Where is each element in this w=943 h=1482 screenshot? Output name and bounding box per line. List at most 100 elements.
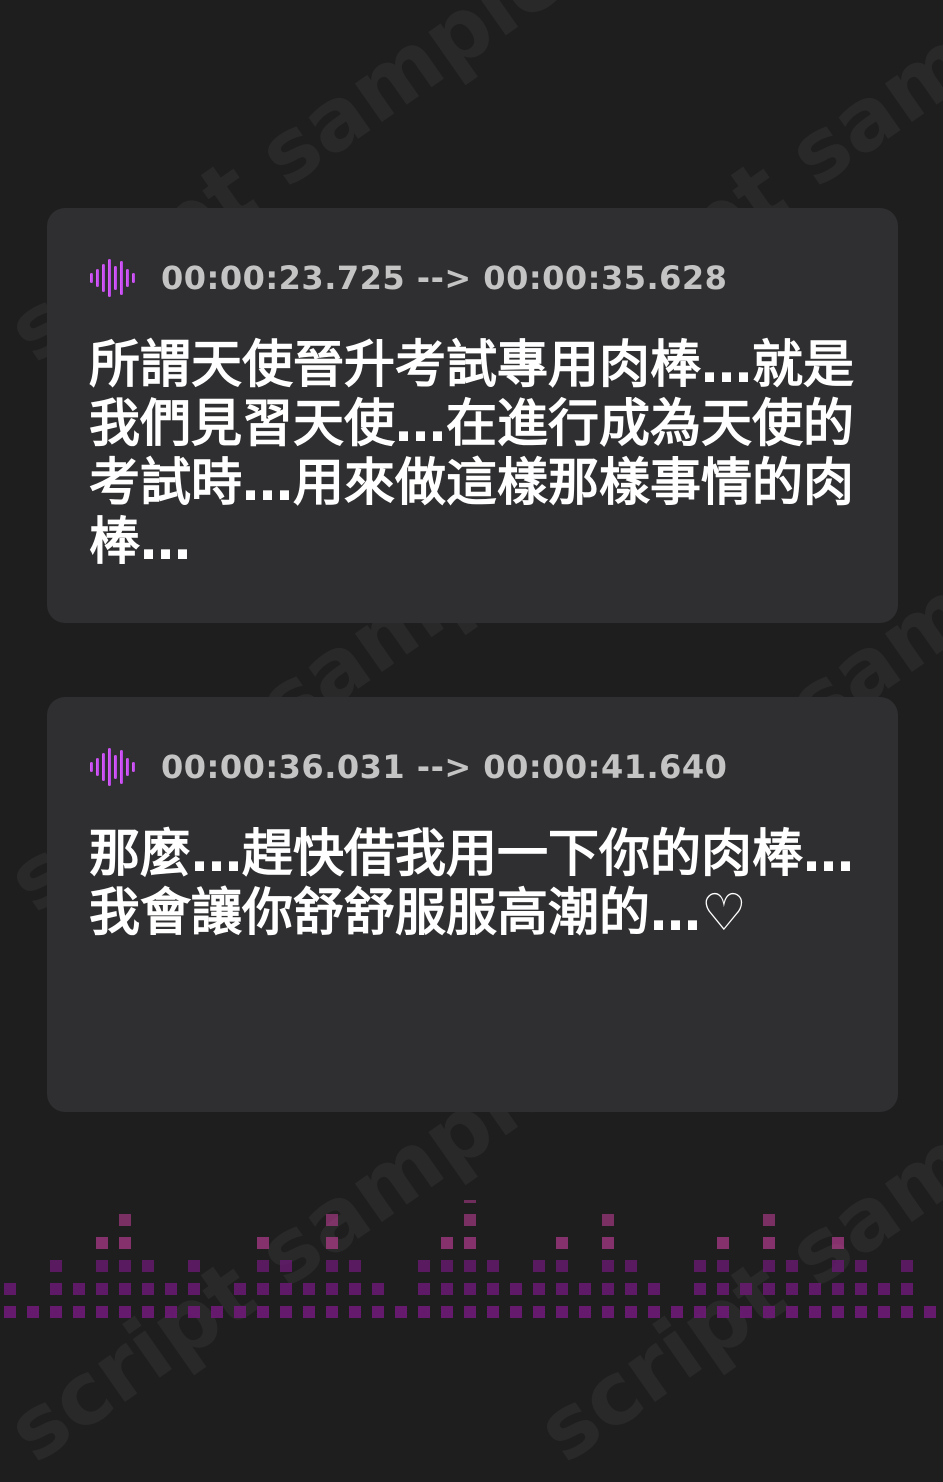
timestamp: 00:00:23.725 --> 00:00:35.628 [161,259,728,297]
equalizer-block [602,1283,614,1295]
equalizer-block [27,1306,39,1318]
equalizer-block [441,1283,453,1295]
audio-waveform-icon [90,748,135,786]
equalizer-block [464,1306,476,1318]
equalizer-block [878,1283,890,1295]
equalizer-block [372,1306,384,1318]
equalizer-block [50,1260,62,1272]
equalizer-block [648,1306,660,1318]
equalizer-block [602,1260,614,1272]
equalizer-block [303,1283,315,1295]
equalizer-block [257,1283,269,1295]
subtitle-meta: 00:00:23.725 --> 00:00:35.628 [89,254,727,302]
audio-waveform-icon [90,259,135,297]
equalizer-block [349,1260,361,1272]
equalizer-block [487,1260,499,1272]
equalizer-block [165,1283,177,1295]
equalizer-block [832,1237,844,1249]
equalizer-block [234,1306,246,1318]
equalizer-block [441,1306,453,1318]
equalizer-block [694,1260,706,1272]
equalizer-block [786,1260,798,1272]
equalizer-block [763,1237,775,1249]
equalizer-block [464,1200,476,1203]
equalizer-block [142,1306,154,1318]
equalizer-block [602,1306,614,1318]
equalizer-block [257,1260,269,1272]
equalizer-block [809,1306,821,1318]
watermark-layer: script sample script sample script sampl… [0,0,943,1482]
equalizer-block [602,1237,614,1249]
equalizer-block [556,1306,568,1318]
equalizer-block [188,1283,200,1295]
equalizer-block [96,1283,108,1295]
equalizer-block [832,1306,844,1318]
equalizer-block [694,1306,706,1318]
equalizer-block [579,1306,591,1318]
equalizer-block [786,1306,798,1318]
equalizer-block [73,1306,85,1318]
equalizer-block [257,1306,269,1318]
equalizer-block [441,1237,453,1249]
equalizer-block [142,1260,154,1272]
equalizer-block [188,1306,200,1318]
equalizer-block [533,1283,545,1295]
subtitle-text: 所謂天使晉升考試專用肉棒…就是我們見習天使…在進行成為天使的考試時…用來做這樣那… [89,336,855,572]
equalizer-block [694,1283,706,1295]
equalizer-block [326,1260,338,1272]
equalizer-block [533,1306,545,1318]
equalizer-block [326,1306,338,1318]
equalizer-block [50,1283,62,1295]
equalizer-block [395,1306,407,1318]
equalizer-block [510,1283,522,1295]
equalizer-block [556,1260,568,1272]
equalizer-block [487,1306,499,1318]
equalizer-block [924,1306,936,1318]
equalizer-block [464,1283,476,1295]
equalizer-block [763,1306,775,1318]
equalizer-block [119,1283,131,1295]
equalizer-block [763,1214,775,1226]
equalizer-block [717,1237,729,1249]
equalizer-block [740,1306,752,1318]
equalizer-block [487,1283,499,1295]
equalizer-block [349,1283,361,1295]
equalizer-block [96,1237,108,1249]
equalizer-block [786,1283,798,1295]
equalizer-block [717,1260,729,1272]
equalizer-block [809,1283,821,1295]
equalizer-block [372,1283,384,1295]
equalizer-block [671,1306,683,1318]
equalizer-block [188,1260,200,1272]
equalizer-block [625,1283,637,1295]
equalizer-block [832,1260,844,1272]
equalizer-block [441,1260,453,1272]
equalizer-block [418,1260,430,1272]
subtitle-card: 00:00:23.725 --> 00:00:35.628 所謂天使晉升考試專用… [47,208,898,623]
equalizer-block [119,1237,131,1249]
equalizer-block [717,1306,729,1318]
subtitle-text: 那麼…趕快借我用一下你的肉棒…我會讓你舒舒服服高潮的…♡ [89,825,855,943]
equalizer-block [832,1283,844,1295]
equalizer-block [326,1214,338,1226]
equalizer-decoration [4,1200,936,1318]
equalizer-block [763,1283,775,1295]
equalizer-block [165,1306,177,1318]
equalizer-block [464,1214,476,1226]
equalizer-block [763,1260,775,1272]
equalizer-block [625,1306,637,1318]
equalizer-block [96,1260,108,1272]
equalizer-block [648,1283,660,1295]
equalizer-block [418,1283,430,1295]
equalizer-block [510,1306,522,1318]
equalizer-block [464,1237,476,1249]
equalizer-block [556,1283,568,1295]
timestamp: 00:00:36.031 --> 00:00:41.640 [161,748,728,786]
equalizer-block [4,1283,16,1295]
equalizer-block [326,1237,338,1249]
equalizer-block [717,1283,729,1295]
equalizer-block [303,1306,315,1318]
equalizer-block [901,1306,913,1318]
equalizer-block [625,1260,637,1272]
subtitle-meta: 00:00:36.031 --> 00:00:41.640 [89,743,727,791]
